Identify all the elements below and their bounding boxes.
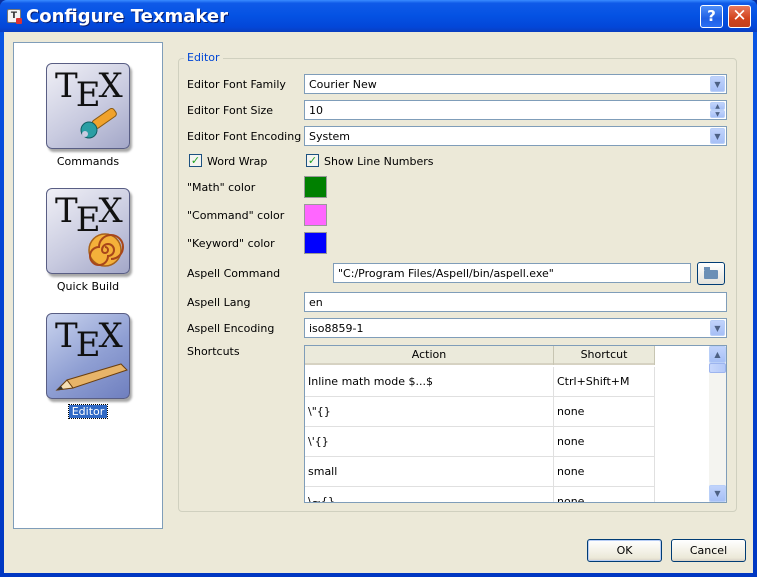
font-family-select[interactable]: Courier New ▼	[304, 74, 727, 94]
aspell-command-label: Aspell Command	[187, 267, 281, 280]
title-bar[interactable]: T Configure Texmaker ? ✕	[0, 0, 757, 32]
aspell-encoding-value: iso8859-1	[309, 322, 364, 335]
action-cell: small	[305, 457, 554, 487]
dialog-window: T Configure Texmaker ? ✕ TEX Commands TE…	[0, 0, 757, 577]
table-header: Action Shortcut	[305, 346, 655, 365]
font-family-value: Courier New	[309, 78, 377, 91]
scroll-up-icon[interactable]: ▲	[709, 346, 726, 363]
scroll-thumb[interactable]	[709, 363, 726, 373]
word-wrap-checkbox[interactable]: ✓	[189, 154, 202, 167]
help-button[interactable]: ?	[700, 5, 723, 28]
category-label: Editor	[14, 404, 162, 419]
font-size-spinbox[interactable]: 10 ▲ ▼	[304, 100, 727, 120]
column-header-shortcut[interactable]: Shortcut	[554, 346, 655, 365]
aspell-encoding-label: Aspell Encoding	[187, 322, 275, 335]
aspell-lang-field[interactable]: en	[304, 292, 727, 312]
category-editor[interactable]: TEX Editor	[14, 313, 162, 419]
chevron-down-icon[interactable]: ▼	[710, 76, 725, 92]
font-size-label: Editor Font Size	[187, 104, 274, 117]
close-button[interactable]: ✕	[728, 5, 751, 28]
category-list[interactable]: TEX Commands TEX Quick Build TEX Editor	[13, 42, 163, 529]
category-label: Quick Build	[56, 280, 120, 293]
keyword-color-swatch[interactable]	[304, 232, 327, 254]
shortcut-cell[interactable]: none	[554, 427, 655, 457]
line-numbers-checkbox[interactable]: ✓	[306, 154, 319, 167]
aspell-lang-label: Aspell Lang	[187, 296, 251, 309]
font-encoding-label: Editor Font Encoding	[187, 130, 302, 143]
command-color-label: "Command" color	[187, 209, 285, 222]
math-color-label: "Math" color	[187, 181, 256, 194]
ok-button[interactable]: OK	[587, 539, 662, 562]
folder-icon	[704, 267, 718, 279]
category-label: Commands	[56, 155, 120, 168]
tex-wrench-icon: TEX	[46, 63, 130, 149]
action-cell: \'{}	[305, 427, 554, 457]
category-commands[interactable]: TEX Commands	[14, 63, 162, 168]
scroll-down-icon[interactable]: ▼	[709, 485, 726, 502]
chevron-down-icon[interactable]: ▼	[710, 128, 725, 144]
aspell-command-field[interactable]: "C:/Program Files/Aspell/bin/aspell.exe"	[333, 263, 691, 283]
action-cell: \"{}	[305, 397, 554, 427]
editor-group-title: Editor	[184, 51, 223, 64]
font-encoding-select[interactable]: System ▼	[304, 126, 727, 146]
table-row[interactable]: \"{} none	[305, 397, 655, 427]
column-header-action[interactable]: Action	[305, 346, 554, 365]
texmaker-app-icon: T	[7, 9, 22, 24]
dialog-client-area: TEX Commands TEX Quick Build TEX Editor …	[4, 32, 753, 573]
line-numbers-label: Show Line Numbers	[324, 155, 434, 168]
table-row[interactable]: \'{} none	[305, 427, 655, 457]
shortcut-cell[interactable]: Ctrl+Shift+M	[554, 367, 655, 397]
cancel-button[interactable]: Cancel	[671, 539, 746, 562]
font-size-value: 10	[309, 104, 323, 117]
spin-up-icon[interactable]: ▲	[710, 102, 725, 110]
tex-pencil-icon: TEX	[46, 313, 130, 399]
tex-spiral-icon: TEX	[46, 188, 130, 274]
table-row[interactable]: \~{} none	[305, 487, 655, 502]
shortcuts-label: Shortcuts	[187, 345, 240, 358]
word-wrap-label: Word Wrap	[207, 155, 268, 168]
table-row[interactable]: small none	[305, 457, 655, 487]
shortcuts-table[interactable]: Action Shortcut Inline math mode $...$ C…	[304, 345, 727, 503]
table-scrollbar[interactable]: ▲ ▼	[709, 346, 726, 502]
spin-down-icon[interactable]: ▼	[710, 110, 725, 118]
shortcut-cell[interactable]: none	[554, 487, 655, 502]
table-row[interactable]: Inline math mode $...$ Ctrl+Shift+M	[305, 367, 655, 397]
font-encoding-value: System	[309, 130, 351, 143]
keyword-color-label: "Keyword" color	[187, 237, 275, 250]
action-cell: \~{}	[305, 487, 554, 502]
action-cell: Inline math mode $...$	[305, 367, 554, 397]
chevron-down-icon[interactable]: ▼	[710, 320, 725, 336]
shortcut-cell[interactable]: none	[554, 457, 655, 487]
font-family-label: Editor Font Family	[187, 78, 286, 91]
shortcut-cell[interactable]: none	[554, 397, 655, 427]
window-title: Configure Texmaker	[26, 6, 228, 27]
math-color-swatch[interactable]	[304, 176, 327, 198]
category-quick-build[interactable]: TEX Quick Build	[14, 188, 162, 293]
command-color-swatch[interactable]	[304, 204, 327, 226]
browse-button[interactable]	[697, 262, 725, 285]
aspell-encoding-select[interactable]: iso8859-1 ▼	[304, 318, 727, 338]
